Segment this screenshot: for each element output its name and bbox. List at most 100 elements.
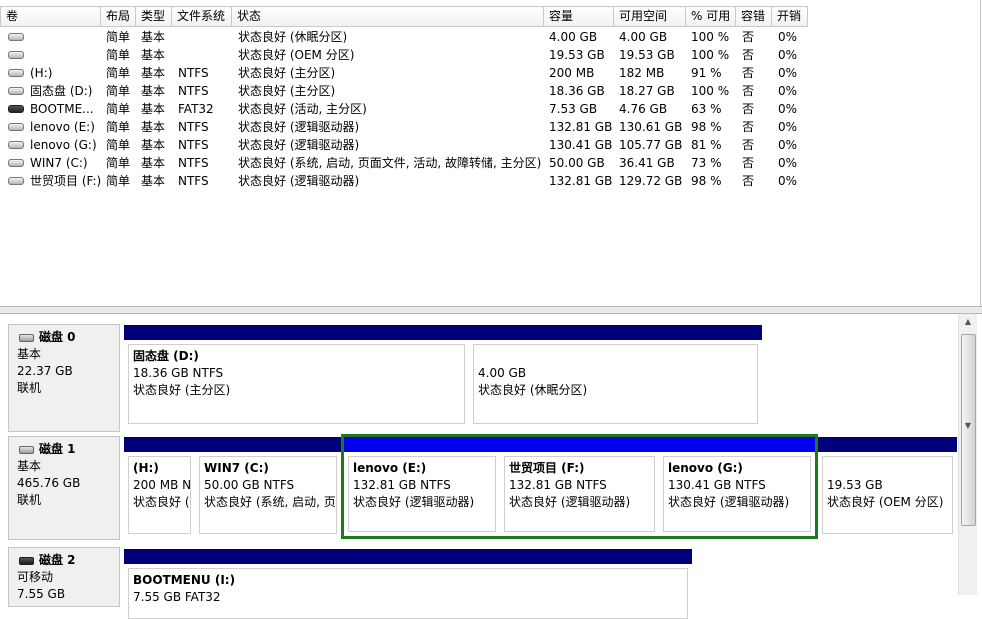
partition-disk1-e[interactable]: lenovo (E:) 132.81 GB NTFS 状态良好 (逻辑驱动器) xyxy=(344,437,500,536)
volume-layout: 简单 xyxy=(106,138,131,152)
partition-disk0-hibernate[interactable]: 4.00 GB 状态良好 (休眠分区) xyxy=(469,325,762,428)
scroll-up-arrow-icon[interactable]: ▲ xyxy=(959,314,977,330)
volume-capacity: 19.53 GB xyxy=(549,48,605,62)
partition-size: 4.00 GB xyxy=(478,366,527,380)
volume-overhead: 0% xyxy=(778,66,798,80)
partition-bar xyxy=(124,325,469,340)
volume-row[interactable]: 简单 基本 状态良好 (OEM 分区) 19.53 GB 19.53 GB 10… xyxy=(8,46,980,64)
partition-disk1-g[interactable]: lenovo (G:) 130.41 GB NTFS 状态良好 (逻辑驱动器) xyxy=(659,437,815,536)
volume-free-space: 4.76 GB xyxy=(619,102,668,116)
column-header-volume[interactable]: 卷 xyxy=(0,6,101,27)
column-header-free-space[interactable]: 可用空间 xyxy=(614,6,686,27)
volume-status: 状态良好 (系统, 启动, 页面文件, 活动, 故障转储, 主分区) xyxy=(238,156,542,170)
volume-row[interactable]: lenovo (E:) 简单 基本 NTFS 状态良好 (逻辑驱动器) 132.… xyxy=(8,118,980,136)
volume-row[interactable]: (H:) 简单 基本 NTFS 状态良好 (主分区) 200 MB 182 MB… xyxy=(8,64,980,82)
volume-layout: 简单 xyxy=(106,66,131,80)
column-header-type[interactable]: 类型 xyxy=(136,6,172,27)
column-header-status[interactable]: 状态 xyxy=(232,6,544,27)
column-header-capacity[interactable]: 容量 xyxy=(544,6,614,27)
partition-disk2-i[interactable]: BOOTMENU (I:) 7.55 GB FAT32 xyxy=(124,549,692,619)
partition-disk1-c[interactable]: WIN7 (C:) 50.00 GB NTFS 状态良好 (系统, 启动, 页 xyxy=(195,437,341,538)
partition-disk0-d[interactable]: 固态盘 (D:) 18.36 GB NTFS 状态良好 (主分区) xyxy=(124,325,469,428)
volume-overhead: 0% xyxy=(778,84,798,98)
volume-percent-free: 100 % xyxy=(691,84,730,98)
volume-percent-free: 100 % xyxy=(691,30,730,44)
hard-drive-icon xyxy=(8,33,24,41)
volume-fault-tolerance: 否 xyxy=(742,156,755,170)
volume-capacity: 50.00 GB xyxy=(549,156,605,170)
disk-1-label[interactable]: 磁盘 1 基本 465.76 GB 联机 xyxy=(8,436,120,540)
volume-capacity: 4.00 GB xyxy=(549,30,598,44)
hard-drive-icon xyxy=(8,159,24,167)
volume-layout: 简单 xyxy=(106,84,131,98)
partition-size: 18.36 GB NTFS xyxy=(133,366,224,380)
disk-1-size: 465.76 GB xyxy=(17,476,81,490)
partition-size: 19.53 GB xyxy=(827,478,883,492)
partition-bar xyxy=(659,437,815,452)
column-header-filesystem[interactable]: 文件系统 xyxy=(172,6,232,27)
volume-type: 基本 xyxy=(141,156,166,170)
volume-type: 基本 xyxy=(141,174,166,188)
volume-filesystem: NTFS xyxy=(178,84,209,98)
volume-percent-free: 100 % xyxy=(691,48,730,62)
volume-filesystem: NTFS xyxy=(178,120,209,134)
partition-disk1-oem[interactable]: 19.53 GB 状态良好 (OEM 分区) xyxy=(818,437,957,538)
volume-row[interactable]: BOOTME... 简单 基本 FAT32 状态良好 (活动, 主分区) 7.5… xyxy=(8,100,980,118)
disk-2-title: 磁盘 2 xyxy=(17,552,119,569)
volume-status: 状态良好 (逻辑驱动器) xyxy=(238,120,360,134)
disk-0-size: 22.37 GB xyxy=(17,364,73,378)
volume-free-space: 18.27 GB xyxy=(619,84,675,98)
volume-overhead: 0% xyxy=(778,120,798,134)
volume-layout: 简单 xyxy=(106,156,131,170)
column-header-percent-free[interactable]: % 可用 xyxy=(686,6,736,27)
partition-disk1-f[interactable]: 世贸项目 (F:) 132.81 GB NTFS 状态良好 (逻辑驱动器) xyxy=(500,437,659,536)
volume-status: 状态良好 (逻辑驱动器) xyxy=(238,174,360,188)
volume-fault-tolerance: 否 xyxy=(742,102,755,116)
partition-name xyxy=(827,460,952,477)
disk-2-type: 可移动 xyxy=(17,570,54,584)
column-header-layout[interactable]: 布局 xyxy=(101,6,136,27)
volume-name: WIN7 (C:) xyxy=(30,156,88,170)
disk-0-label[interactable]: 磁盘 0 基本 22.37 GB 联机 xyxy=(8,324,120,432)
disk-0-title: 磁盘 0 xyxy=(17,329,119,346)
volume-row[interactable]: 简单 基本 状态良好 (休眠分区) 4.00 GB 4.00 GB 100 % … xyxy=(8,28,980,46)
volume-capacity: 7.53 GB xyxy=(549,102,598,116)
partition-bar xyxy=(344,437,500,452)
partition-disk1-h[interactable]: (H:) 200 MB N 状态良好 ( xyxy=(124,437,195,538)
hard-drive-icon xyxy=(8,87,24,95)
partition-status: 状态良好 (OEM 分区) xyxy=(827,495,944,509)
volume-fault-tolerance: 否 xyxy=(742,66,755,80)
volume-type: 基本 xyxy=(141,30,166,44)
partition-status: 状态良好 (逻辑驱动器) xyxy=(353,495,475,509)
partition-status: 状态良好 (逻辑驱动器) xyxy=(668,495,790,509)
volume-name: 世贸项目 (F:) xyxy=(30,174,102,188)
volume-name: lenovo (E:) xyxy=(30,120,95,134)
partition-size: 130.41 GB NTFS xyxy=(668,478,766,492)
hard-drive-icon xyxy=(8,141,24,149)
volume-percent-free: 73 % xyxy=(691,156,722,170)
volume-name xyxy=(30,28,106,46)
volume-capacity: 130.41 GB xyxy=(549,138,613,152)
scroll-down-arrow-icon[interactable]: ▼ xyxy=(959,418,977,434)
volume-status: 状态良好 (主分区) xyxy=(238,66,336,80)
volume-status: 状态良好 (活动, 主分区) xyxy=(238,102,367,116)
disk-1-state: 联机 xyxy=(17,493,42,507)
disk-2-label[interactable]: 磁盘 2 可移动 7.55 GB xyxy=(8,547,120,607)
volume-type: 基本 xyxy=(141,84,166,98)
volume-percent-free: 98 % xyxy=(691,174,722,188)
volume-row[interactable]: lenovo (G:) 简单 基本 NTFS 状态良好 (逻辑驱动器) 130.… xyxy=(8,136,980,154)
partition-bar xyxy=(124,437,195,452)
volume-row[interactable]: 固态盘 (D:) 简单 基本 NTFS 状态良好 (主分区) 18.36 GB … xyxy=(8,82,980,100)
volume-status: 状态良好 (休眠分区) xyxy=(238,30,348,44)
volume-row[interactable]: 世贸项目 (F:) 简单 基本 NTFS 状态良好 (逻辑驱动器) 132.81… xyxy=(8,172,980,190)
pane-splitter[interactable] xyxy=(0,306,982,314)
column-header-fault-tolerance[interactable]: 容错 xyxy=(736,6,772,27)
column-header-overhead[interactable]: 开销 xyxy=(772,6,808,27)
partition-bar xyxy=(124,549,692,564)
volume-fault-tolerance: 否 xyxy=(742,48,755,62)
volume-list[interactable]: 卷 布局 类型 文件系统 状态 容量 可用空间 % 可用 容错 开销 简单 基本… xyxy=(0,0,981,306)
vertical-scrollbar[interactable]: ▲ ▼ xyxy=(958,314,977,595)
volume-row[interactable]: WIN7 (C:) 简单 基本 NTFS 状态良好 (系统, 启动, 页面文件,… xyxy=(8,154,980,172)
partition-size: 7.55 GB FAT32 xyxy=(133,590,221,604)
hard-drive-icon xyxy=(8,69,24,77)
